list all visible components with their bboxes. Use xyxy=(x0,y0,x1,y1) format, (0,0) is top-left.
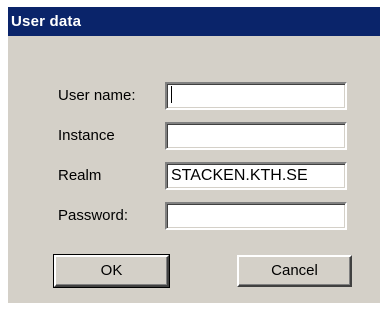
password-input[interactable] xyxy=(165,202,347,230)
cancel-button[interactable]: Cancel xyxy=(237,255,352,287)
instance-input[interactable] xyxy=(165,122,347,150)
user-data-dialog: User data User name: Instance Realm STAC… xyxy=(8,7,380,303)
ok-button[interactable]: OK xyxy=(53,254,170,288)
user-name-label: User name: xyxy=(58,87,136,104)
user-name-input[interactable] xyxy=(165,82,347,110)
instance-label: Instance xyxy=(58,127,115,144)
text-caret xyxy=(171,86,172,104)
dialog-title: User data xyxy=(8,7,380,36)
realm-input[interactable]: STACKEN.KTH.SE xyxy=(165,162,347,190)
password-label: Password: xyxy=(58,207,129,224)
realm-label: Realm xyxy=(58,167,102,184)
